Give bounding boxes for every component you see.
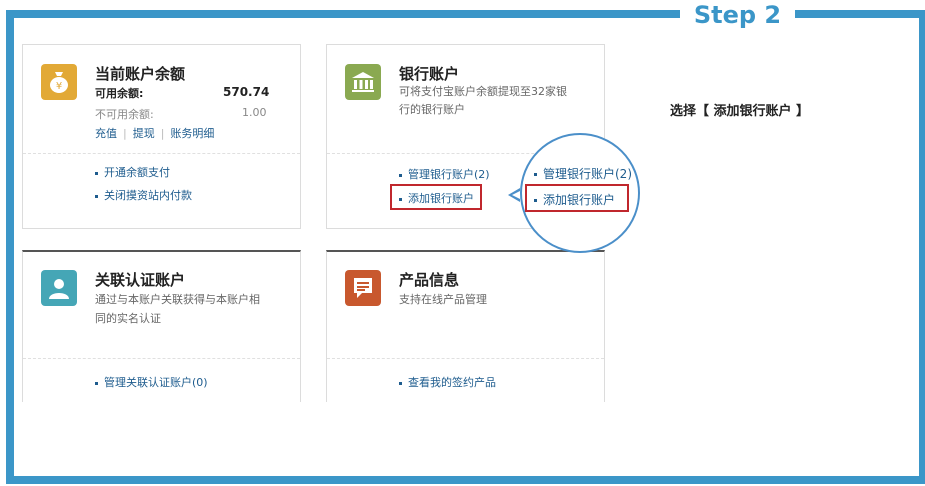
unavailable-label: 不可用余额:	[95, 108, 154, 121]
balance-actions: 充值 | 提现 | 账务明细	[95, 125, 214, 141]
view-signed-products-label: 查看我的签约产品	[408, 376, 496, 389]
verify-card: 关联认证账户 通过与本账户关联获得与本账户相 同的实名认证 管理关联认证账户(0…	[22, 250, 301, 402]
enable-balance-pay-link[interactable]: 开通余额支付	[95, 164, 170, 180]
disable-site-pay-label: 关闭摸资站内付款	[104, 189, 192, 202]
enable-balance-pay-label: 开通余额支付	[104, 166, 170, 179]
separator: |	[160, 127, 165, 140]
verify-desc-line1: 通过与本账户关联获得与本账户相	[95, 293, 260, 306]
bullet-icon	[95, 381, 98, 385]
recharge-link[interactable]: 充值	[95, 127, 117, 140]
available-value: 570.74	[223, 85, 270, 99]
separator: |	[123, 127, 127, 140]
balance-title: 当前账户余额	[95, 65, 186, 83]
withdraw-link[interactable]: 提现	[133, 127, 155, 140]
bullet-icon	[534, 173, 537, 176]
bank-desc-line1: 可将支付宝账户余额提现至32家银	[399, 85, 567, 98]
available-label: 可用余额:	[95, 87, 144, 100]
svg-text:¥: ¥	[56, 81, 62, 92]
product-desc-line1: 支持在线产品管理	[399, 293, 487, 306]
divider	[327, 358, 604, 359]
manage-bank-accounts-label: 管理银行账户(2)	[408, 168, 490, 181]
divider	[23, 153, 300, 154]
product-card: 产品信息 支持在线产品管理 查看我的签约产品	[326, 250, 605, 402]
balance-card: ¥ 当前账户余额 可用余额: 570.74 不可用余额: 1.00 充值 | 提现 |…	[22, 44, 301, 229]
bank-title: 银行账户	[399, 65, 460, 83]
manage-linked-accounts-label: 管理关联认证账户(0)	[104, 376, 208, 389]
user-icon	[41, 270, 77, 306]
zoom-manage-bank-link: 管理银行账户(2)	[534, 165, 632, 182]
instruction-text: 选择【 添加银行账户 】	[670, 104, 810, 119]
step-label: Step 2	[680, 0, 795, 30]
add-bank-account-highlight	[390, 184, 482, 210]
manage-bank-accounts-link[interactable]: 管理银行账户(2)	[399, 166, 490, 182]
statement-link[interactable]: 账务明细	[170, 127, 214, 140]
divider	[23, 358, 300, 359]
disable-site-pay-link[interactable]: 关闭摸资站内付款	[95, 187, 192, 203]
verify-desc-line2: 同的实名认证	[95, 312, 161, 325]
bullet-icon	[95, 171, 98, 175]
zoom-add-bank-highlight	[525, 184, 629, 212]
bullet-icon	[399, 381, 402, 385]
bullet-icon	[95, 194, 98, 198]
product-title: 产品信息	[399, 271, 460, 289]
bank-icon	[345, 64, 381, 100]
bullet-icon	[399, 173, 402, 177]
money-bag-icon: ¥	[41, 64, 77, 100]
bank-desc-line2: 行的银行账户	[399, 103, 465, 116]
view-signed-products-link[interactable]: 查看我的签约产品	[399, 374, 496, 390]
document-icon	[345, 270, 381, 306]
zoom-manage-bank-label: 管理银行账户(2)	[543, 167, 632, 181]
manage-linked-accounts-link[interactable]: 管理关联认证账户(0)	[95, 374, 208, 390]
unavailable-value: 1.00	[242, 106, 267, 119]
verify-title: 关联认证账户	[95, 271, 186, 289]
